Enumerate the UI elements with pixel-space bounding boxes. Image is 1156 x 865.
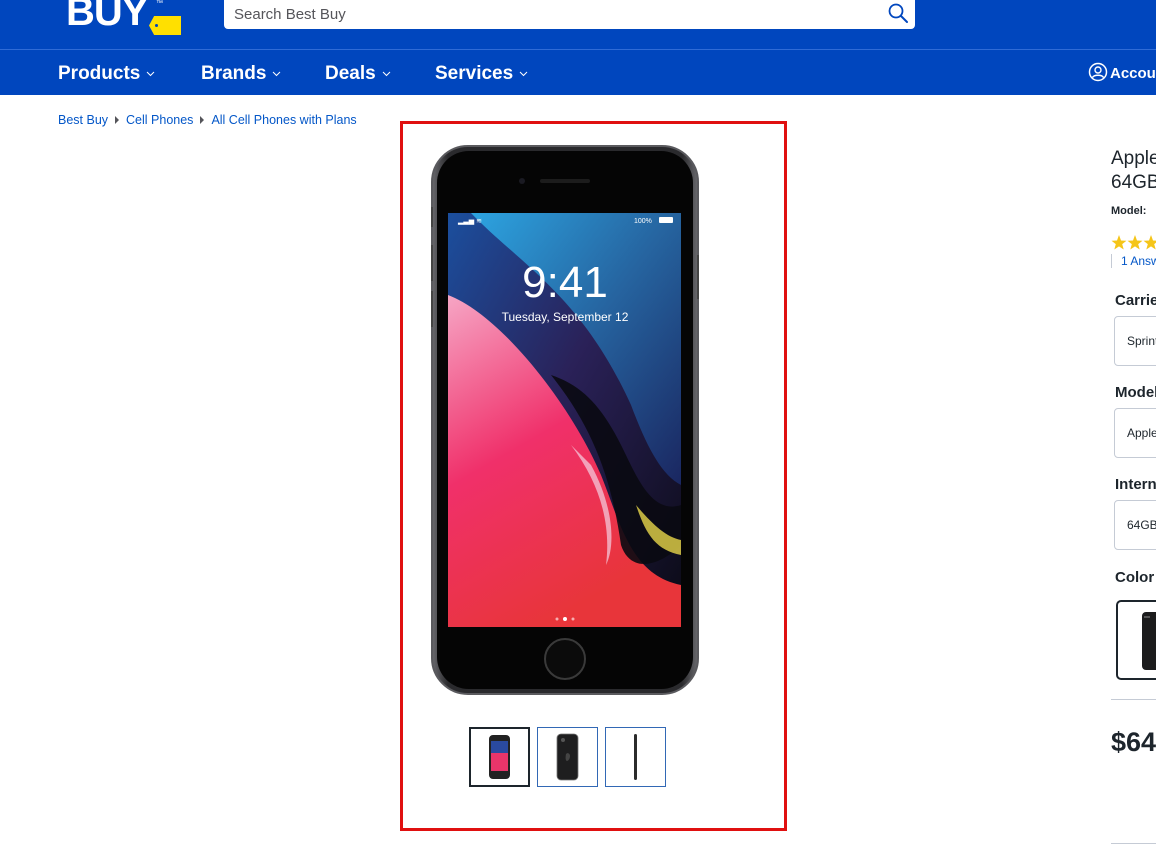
top-header: BUY ™ (0, 0, 1156, 49)
star-icon (1111, 235, 1127, 250)
breadcrumb-cell-phones[interactable]: Cell Phones (126, 113, 193, 127)
search-input[interactable] (224, 0, 864, 29)
logo-tag-icon (149, 16, 181, 35)
nav-products[interactable]: Products (58, 50, 155, 95)
logo-text: BUY (66, 0, 148, 34)
product-title-line1: Apple (1111, 148, 1156, 169)
chevron-down-icon (519, 48, 528, 95)
storage-label: Internal (1115, 476, 1156, 493)
nav-products-label: Products (58, 63, 141, 84)
section-divider (1111, 699, 1156, 700)
chevron-down-icon (146, 48, 155, 95)
product-title: Apple 64GB (1111, 147, 1156, 195)
svg-text:▂▃▅ ≋: ▂▃▅ ≋ (457, 218, 482, 225)
logo-trademark: ™ (156, 0, 163, 7)
caret-right-icon (115, 116, 120, 124)
phone-time-text: 9:41 (522, 258, 608, 307)
model-option[interactable]: Apple (1114, 408, 1156, 458)
color-swatch-space-gray[interactable] (1116, 600, 1156, 680)
storage-option[interactable]: 64GB (1114, 500, 1156, 550)
nav-services-label: Services (435, 63, 514, 84)
breadcrumb-all-cell-phones[interactable]: All Cell Phones with Plans (211, 113, 356, 127)
star-icon (1143, 235, 1156, 250)
nav-deals[interactable]: Deals (325, 50, 391, 95)
rating-stars[interactable] (1111, 234, 1156, 252)
thumbnail-back[interactable] (537, 727, 598, 787)
product-price: $64 (1111, 727, 1156, 757)
main-nav: Products Brands Deals Services Account (0, 49, 1156, 95)
caret-right-icon (200, 116, 205, 124)
best-buy-logo[interactable]: BUY ™ (66, 0, 186, 40)
product-image[interactable]: ▂▃▅ ≋ 100% 9:41 Tuesday, September 12 (430, 145, 700, 695)
model-number-label: Model: (1111, 205, 1147, 217)
chevron-down-icon (272, 48, 281, 95)
account-button[interactable]: Account (1088, 50, 1156, 95)
product-title-line2: 64GB (1111, 172, 1156, 193)
phone-battery-text: 100% (634, 218, 652, 225)
model-option-label: Model (1115, 384, 1156, 401)
search-bar (224, 0, 915, 29)
account-label: Account (1110, 65, 1156, 82)
answers-link[interactable]: 1 Answ (1111, 254, 1156, 268)
nav-brands-label: Brands (201, 63, 267, 84)
thumbnail-front[interactable] (469, 727, 530, 787)
star-icon (1127, 235, 1143, 250)
breadcrumb-best-buy[interactable]: Best Buy (58, 113, 108, 127)
search-icon[interactable] (887, 2, 909, 24)
section-divider (1111, 843, 1156, 844)
thumbnail-side[interactable] (605, 727, 666, 787)
carrier-option[interactable]: Sprint (1114, 316, 1156, 366)
breadcrumb: Best Buy Cell Phones All Cell Phones with … (58, 113, 357, 127)
user-icon (1088, 62, 1108, 82)
nav-services[interactable]: Services (435, 50, 528, 95)
color-label: Color (1115, 569, 1155, 586)
phone-date-text: Tuesday, September 12 (502, 310, 629, 324)
nav-deals-label: Deals (325, 63, 376, 84)
nav-brands[interactable]: Brands (201, 50, 281, 95)
chevron-down-icon (382, 48, 391, 95)
carrier-label: Carrier (1115, 292, 1156, 309)
